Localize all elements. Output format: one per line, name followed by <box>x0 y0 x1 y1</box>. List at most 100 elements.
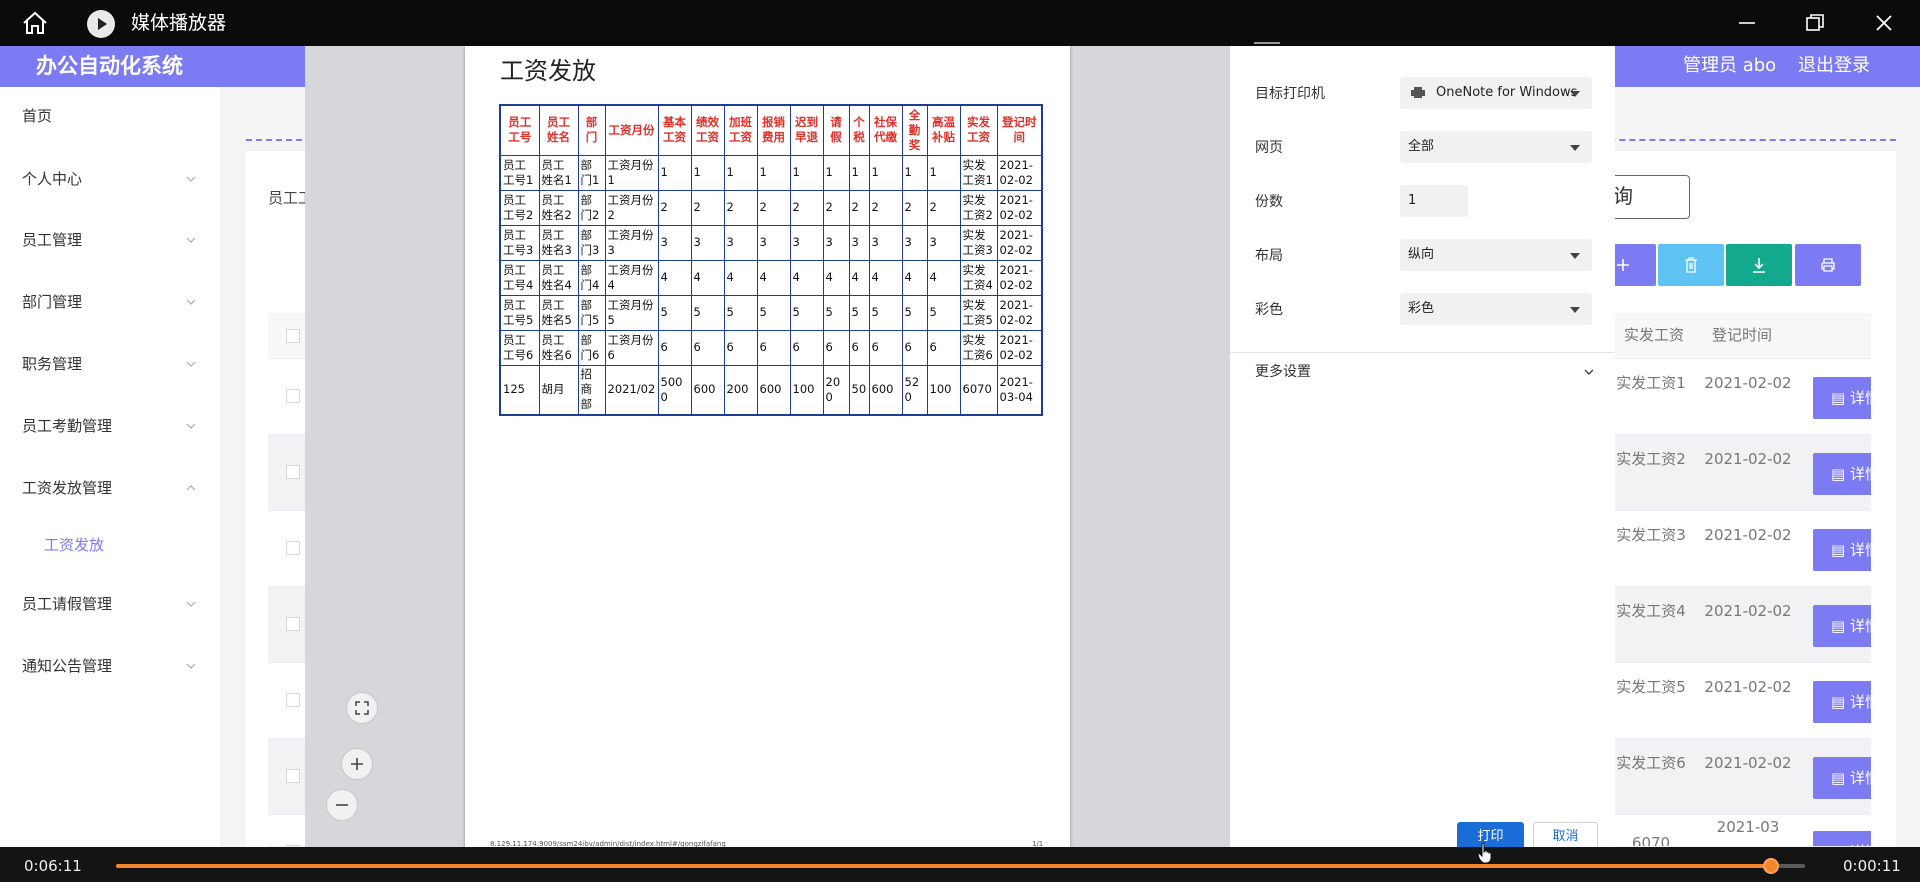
player-title-bar: 媒体播放器 <box>0 0 1920 46</box>
preview-table-cell: 2021/02 <box>604 364 659 416</box>
row-checkbox[interactable] <box>286 541 300 555</box>
preview-table-cell: 员工姓名2 <box>538 189 579 226</box>
detail-button[interactable]: ▤ 详情 <box>1813 605 1871 647</box>
preview-table-cell: 部门5 <box>577 294 606 331</box>
pages-value: 全部 <box>1408 139 1435 154</box>
sidebar-item-label: 部门管理 <box>22 293 83 311</box>
row-checkbox[interactable] <box>286 769 300 783</box>
preview-table-cell: 6 <box>789 329 824 366</box>
detail-button[interactable]: ▤ 详情 <box>1813 757 1871 799</box>
sidebar-item-label: 通知公告管理 <box>22 657 113 675</box>
sidebar-item-employee-management[interactable]: 员工管理 <box>0 220 220 260</box>
row-checkbox[interactable] <box>286 693 300 707</box>
preview-table-cell: 部门3 <box>577 224 606 261</box>
preview-table-cell: 2 <box>901 189 928 226</box>
sidebar-item-position-management[interactable]: 职务管理 <box>0 344 220 384</box>
sidebar-item-leave-management[interactable]: 员工请假管理 <box>0 584 220 624</box>
cell-pay: 实发工资1 <box>1616 374 1686 392</box>
preview-title: 工资发放 <box>500 57 596 85</box>
copies-input[interactable]: 1 <box>1400 185 1468 217</box>
preview-table-cell: 5 <box>868 294 903 331</box>
printer-label: 目标打印机 <box>1255 86 1325 102</box>
color-value: 彩色 <box>1408 301 1435 316</box>
sidebar-item-label: 员工考勤管理 <box>22 417 113 435</box>
home-icon[interactable] <box>22 11 48 35</box>
preview-table-cell: 2 <box>690 189 725 226</box>
preview-table-cell: 5 <box>789 294 824 331</box>
preview-table-cell: 员工工号5 <box>499 294 540 331</box>
cell-pay: 实发工资5 <box>1616 678 1686 696</box>
sidebar-item-label: 工资发放 <box>44 536 105 554</box>
layout-label: 布局 <box>1255 248 1283 264</box>
cell-pay: 实发工资4 <box>1616 602 1686 620</box>
zoom-in-button[interactable] <box>341 748 373 780</box>
preview-table-cell: 2 <box>822 189 850 226</box>
seek-thumb[interactable] <box>1763 858 1780 874</box>
zoom-out-button[interactable] <box>326 789 358 821</box>
delete-button[interactable] <box>1658 244 1724 286</box>
seek-bar[interactable] <box>116 858 1805 874</box>
detail-button[interactable]: ▤ 详情 <box>1813 377 1871 419</box>
preview-column-header: 全勤奖 <box>901 104 928 156</box>
row-checkbox[interactable] <box>286 465 300 479</box>
more-settings-toggle[interactable]: 更多设置 <box>1255 360 1595 384</box>
sidebar-item-notice-management[interactable]: 通知公告管理 <box>0 646 220 686</box>
preview-table-cell: 5000 <box>657 364 692 416</box>
preview-table-cell: 2 <box>756 189 791 226</box>
sidebar-item-attendance-management[interactable]: 员工考勤管理 <box>0 406 220 446</box>
preview-table-cell: 4 <box>822 259 850 296</box>
query-button[interactable]: 询 <box>1602 175 1690 219</box>
sidebar-item-salary-management[interactable]: 工资发放管理 <box>0 468 220 508</box>
detail-button[interactable]: ▤ 详情 <box>1813 453 1871 495</box>
preview-table-cell: 600 <box>756 364 791 416</box>
close-icon[interactable] <box>1872 11 1896 35</box>
restore-icon[interactable] <box>1803 11 1827 35</box>
preview-table-cell: 4 <box>690 259 725 296</box>
detail-label: 详情 <box>1849 693 1871 711</box>
chevron-down-icon <box>186 176 196 182</box>
logout-link[interactable]: 退出登录 <box>1798 54 1870 78</box>
pages-select[interactable]: 全部 <box>1400 131 1592 163</box>
admin-user[interactable]: 管理员 abo <box>1683 54 1776 78</box>
sidebar-item-salary-payment[interactable]: 工资发放 <box>0 525 220 565</box>
preview-table-cell: 部门2 <box>577 189 606 226</box>
select-all-checkbox[interactable] <box>286 329 300 343</box>
preview-table-cell: 50 <box>848 364 870 416</box>
preview-table-cell: 2021-02-02 <box>996 259 1043 296</box>
preview-table-cell: 600 <box>868 364 903 416</box>
print-button[interactable] <box>1795 244 1861 286</box>
preview-column-header: 请假 <box>822 104 850 156</box>
preview-table-cell: 100 <box>789 364 824 416</box>
cell-pay: 6070 <box>1631 834 1671 847</box>
export-button[interactable] <box>1726 244 1792 286</box>
color-select[interactable]: 彩色 <box>1400 293 1592 325</box>
sidebar-item-personal-center[interactable]: 个人中心 <box>0 159 220 199</box>
minimize-icon[interactable] <box>1735 11 1759 35</box>
color-label: 彩色 <box>1255 302 1283 318</box>
layout-select[interactable]: 纵向 <box>1400 239 1592 271</box>
preview-table-cell: 1 <box>901 154 928 191</box>
fullscreen-icon <box>355 701 369 715</box>
preview-column-header: 员工工号 <box>499 104 540 156</box>
sidebar-item-label: 员工管理 <box>22 231 83 249</box>
pages-label: 网页 <box>1255 140 1283 156</box>
preview-table-cell: 工资月份2 <box>604 189 659 226</box>
chevron-up-icon <box>186 485 196 491</box>
sidebar-item-department-management[interactable]: 部门管理 <box>0 282 220 322</box>
sidebar-item-home[interactable]: 首页 <box>0 96 220 136</box>
cell-date: 2021-02-02 <box>1704 450 1792 468</box>
fit-to-page-button[interactable] <box>346 692 378 724</box>
detail-button[interactable]: ▤ 详情 <box>1813 831 1871 846</box>
preview-table-cell: 3 <box>690 224 725 261</box>
printer-select[interactable]: OneNote for Windows <box>1400 77 1592 109</box>
row-checkbox[interactable] <box>286 389 300 403</box>
cell-date: 2021-02-02 <box>1704 602 1792 620</box>
preview-table-cell: 6 <box>822 329 850 366</box>
detail-button[interactable]: ▤ 详情 <box>1813 529 1871 571</box>
detail-label: 详情 <box>1849 617 1871 635</box>
sidebar-item-label: 个人中心 <box>22 170 83 188</box>
preview-table-cell: 5 <box>657 294 692 331</box>
row-checkbox[interactable] <box>286 617 300 631</box>
detail-button[interactable]: ▤ 详情 <box>1813 681 1871 723</box>
preview-table-cell: 4 <box>848 259 870 296</box>
